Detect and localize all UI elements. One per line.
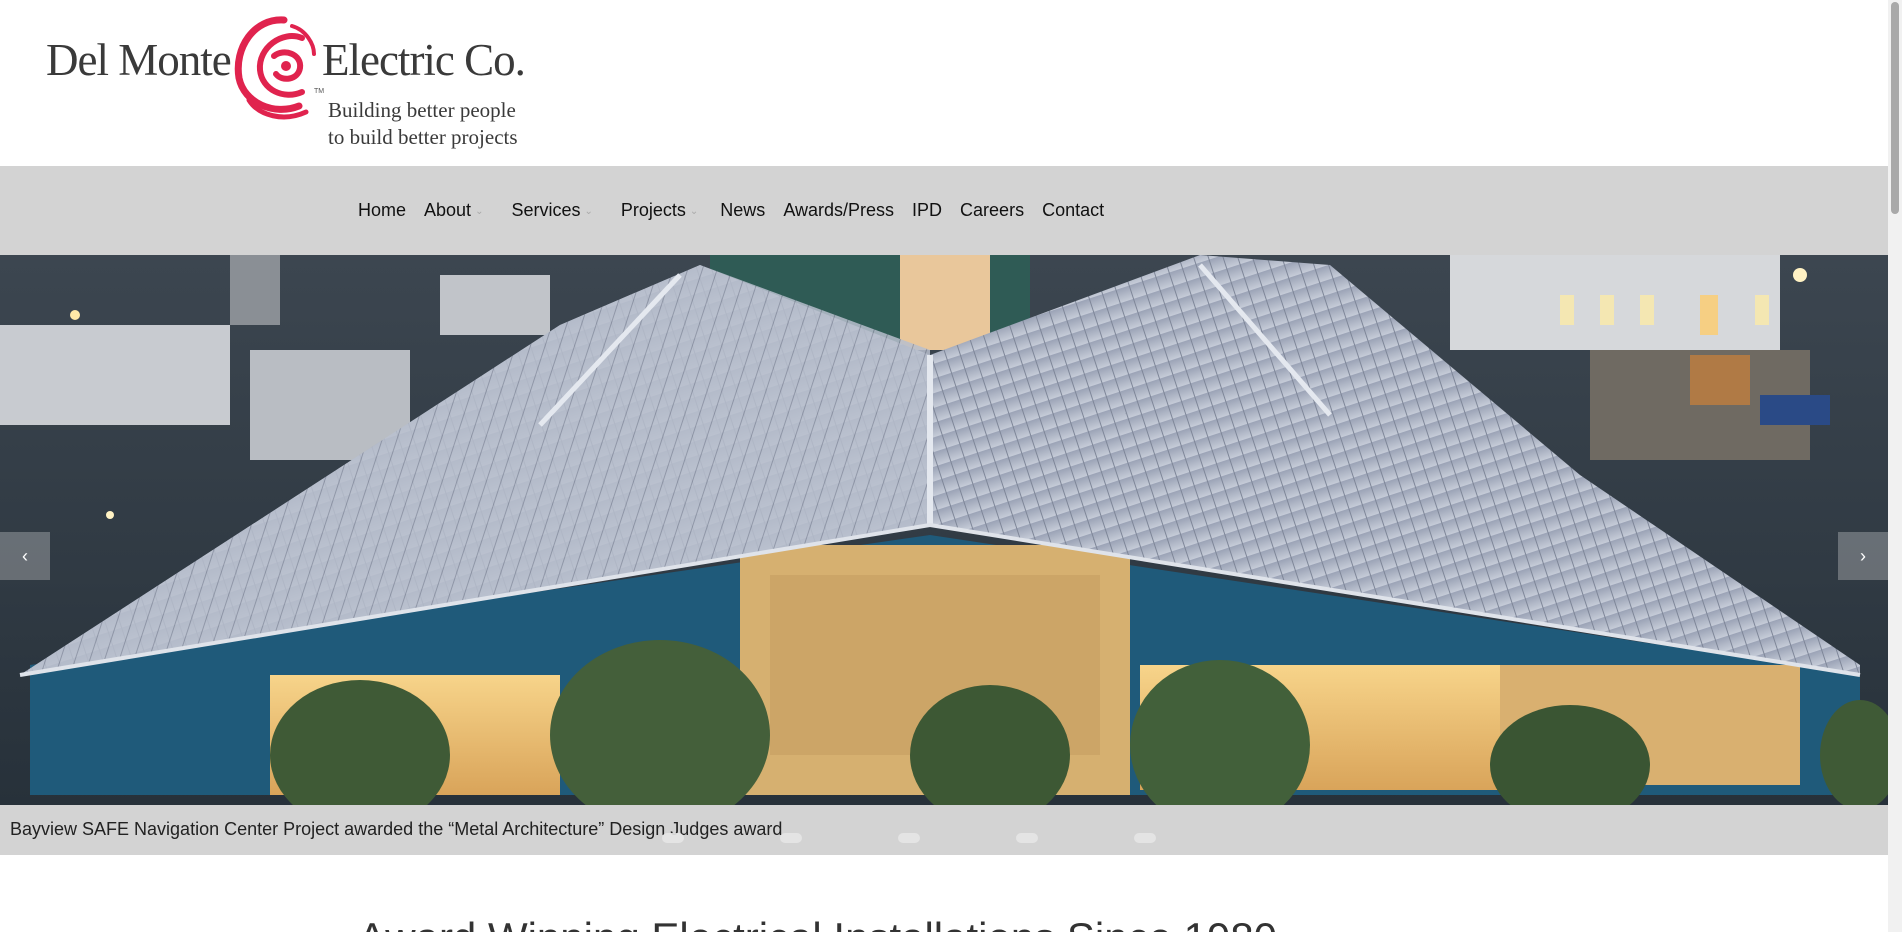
chevron-down-icon: ⌄ xyxy=(475,206,484,217)
hero-slider: ‹ › xyxy=(0,255,1888,805)
chevron-right-icon: › xyxy=(1860,545,1866,566)
slider-next-button[interactable]: › xyxy=(1838,532,1888,580)
nav-item-label[interactable]: About xyxy=(424,200,471,221)
nav-item-services[interactable]: Services ⌄ xyxy=(511,200,592,221)
slider-prev-button[interactable]: ‹ xyxy=(0,532,50,580)
nav-item-label[interactable]: IPD xyxy=(912,200,942,221)
nav-item-label[interactable]: Careers xyxy=(960,200,1024,221)
slider-dot[interactable] xyxy=(780,833,802,843)
main-navigation: Home About ⌄ Services ⌄ Projects ⌄ News … xyxy=(0,166,1888,255)
nav-item-label[interactable]: Home xyxy=(358,200,406,221)
nav-item-about[interactable]: About ⌄ xyxy=(424,200,483,221)
chevron-left-icon: ‹ xyxy=(22,545,28,566)
scrollbar-thumb[interactable] xyxy=(1891,2,1899,214)
nav-item-projects[interactable]: Projects ⌄ xyxy=(621,200,698,221)
section-heading: Award Winning Electrical Installations S… xyxy=(358,914,1277,932)
nav-item-label[interactable]: Projects xyxy=(621,200,686,221)
nav-item-contact[interactable]: Contact xyxy=(1042,200,1104,221)
slide-image xyxy=(0,255,1888,805)
logo-tagline: Building better people to build better p… xyxy=(328,97,518,151)
logo-trademark: TM xyxy=(314,88,325,95)
nav-item-home[interactable]: Home xyxy=(358,200,406,221)
nav-item-label[interactable]: Contact xyxy=(1042,200,1104,221)
logo-tagline-line1: Building better people xyxy=(328,98,516,122)
page-scrollbar[interactable] xyxy=(1888,0,1902,932)
nav-item-label[interactable]: Services xyxy=(511,200,580,221)
nav-item-careers[interactable]: Careers xyxy=(960,200,1024,221)
slider-caption-bar: Bayview SAFE Navigation Center Project a… xyxy=(0,805,1888,855)
company-logo[interactable]: Del Monte Electric Co. TM Building bette… xyxy=(44,8,544,156)
chevron-down-icon: ⌄ xyxy=(584,206,593,217)
nav-item-label[interactable]: Awards/Press xyxy=(783,200,894,221)
logo-name-right: Electric Co. xyxy=(322,35,526,85)
nav-item-ipd[interactable]: IPD xyxy=(912,200,942,221)
nav-item-news[interactable]: News xyxy=(720,200,765,221)
slider-dot[interactable] xyxy=(662,833,684,843)
slider-pagination xyxy=(662,833,1156,843)
slider-dot[interactable] xyxy=(898,833,920,843)
slider-dot[interactable] xyxy=(1016,833,1038,843)
site-header: Del Monte Electric Co. TM Building bette… xyxy=(0,0,1888,166)
chevron-down-icon: ⌄ xyxy=(689,206,699,217)
nav-item-label[interactable]: News xyxy=(720,200,765,221)
nav-item-awards-press[interactable]: Awards/Press xyxy=(783,200,894,221)
nav-list: Home About ⌄ Services ⌄ Projects ⌄ News … xyxy=(358,166,1104,255)
logo-name-left: Del Monte xyxy=(46,35,232,85)
logo-tagline-line2: to build better projects xyxy=(328,125,518,149)
slider-dot[interactable] xyxy=(1134,833,1156,843)
